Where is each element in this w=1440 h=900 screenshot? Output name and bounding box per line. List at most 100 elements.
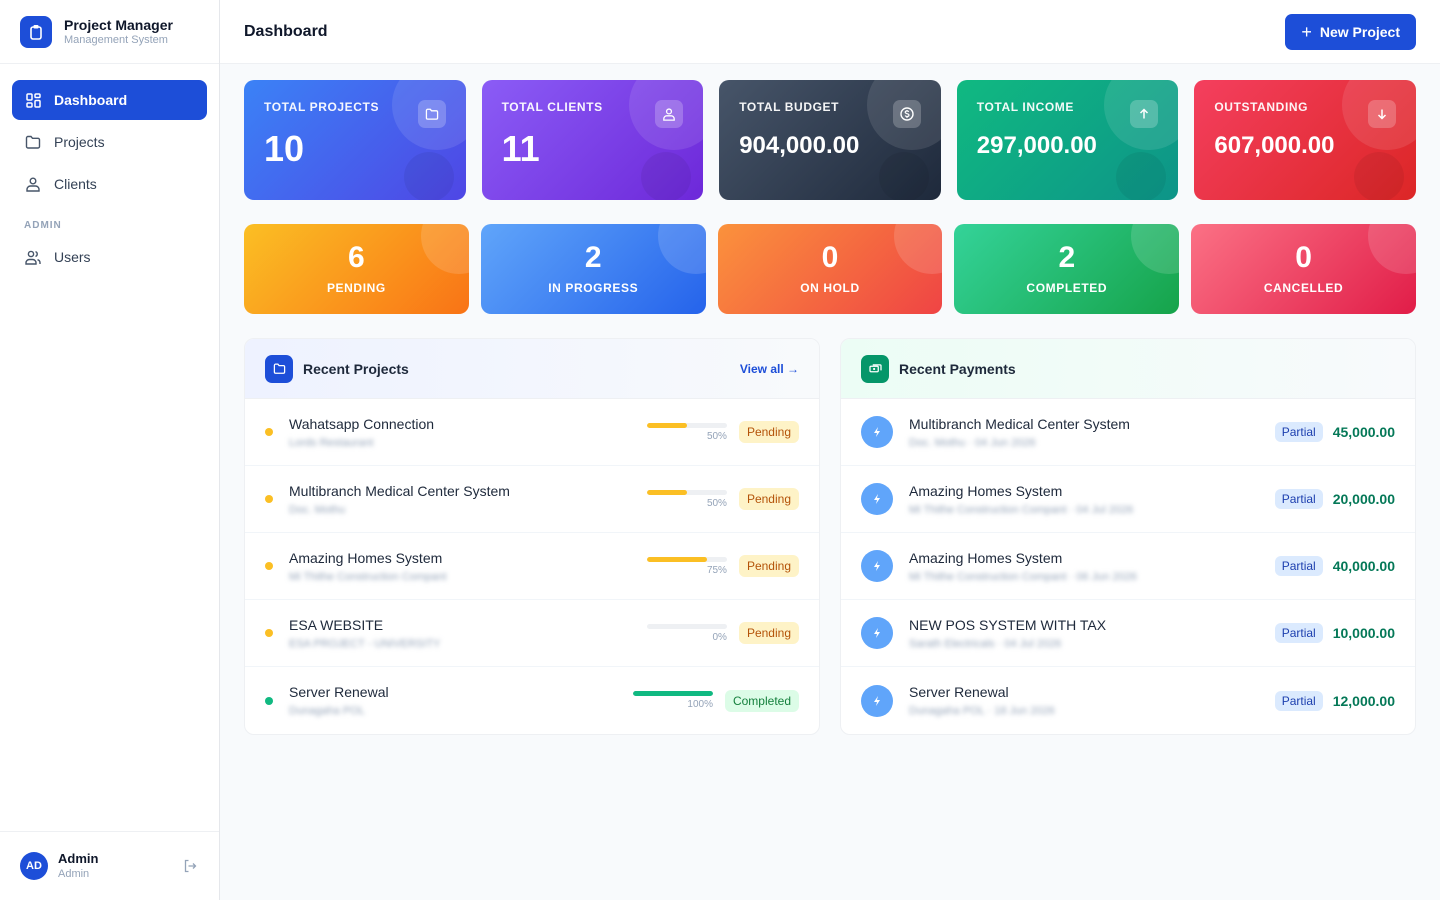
sidebar-nav: Dashboard Projects Clients ADMIN Users	[0, 64, 219, 295]
project-info: Wahatsapp Connection Lords Restaurant	[289, 415, 647, 450]
payment-info: Multibranch Medical Center System Doc. Mo…	[909, 415, 1275, 450]
brand-title: Project Manager	[64, 16, 173, 33]
sidebar-item-users[interactable]: Users	[12, 237, 207, 277]
payment-type-badge: Partial	[1274, 422, 1323, 442]
progress: 100%	[632, 691, 713, 710]
status-badge: Pending	[738, 421, 799, 443]
new-project-button[interactable]: + New Project	[1285, 13, 1416, 50]
payment-amount: 20,000.00	[1332, 491, 1395, 507]
stat-card-total-income: TOTAL INCOME 297,000.00	[956, 80, 1179, 200]
status-label: PENDING	[326, 281, 386, 295]
stat-card-total-clients: TOTAL CLIENTS 11	[481, 80, 704, 200]
table-row[interactable]: NEW POS SYSTEM WITH TAX Sarath Electrical…	[841, 600, 1415, 667]
progress: 75%	[646, 556, 727, 576]
sidebar-item-label: Users	[54, 249, 91, 265]
progress-bar	[646, 489, 727, 495]
plus-icon: +	[1301, 21, 1312, 42]
table-row[interactable]: Amazing Homes System Mi Thithe Constructi…	[245, 533, 819, 600]
grid-icon	[24, 91, 42, 109]
project-name: Amazing Homes System	[289, 549, 443, 566]
status-card-pending[interactable]: 6 PENDING	[244, 224, 469, 314]
progress-label: 50%	[706, 497, 727, 509]
table-row[interactable]: ESA WEBSITE ESA PROJECT - UNIVERSITY 0% Pen…	[245, 600, 819, 667]
table-row[interactable]: Amazing Homes System Mi Thithe Constructi…	[841, 466, 1415, 533]
stat-card-outstanding: OUTSTANDING 607,000.00	[1194, 80, 1416, 200]
payment-amount: 12,000.00	[1332, 692, 1395, 709]
progress-label: 75%	[706, 564, 727, 576]
project-info: Multibranch Medical Center System Doc. Mo…	[289, 482, 647, 517]
payment-amount: 10,000.00	[1332, 625, 1395, 641]
sidebar-item-projects[interactable]: Projects	[12, 122, 207, 162]
brand: Project Manager Management System	[0, 0, 219, 64]
project-list: Wahatsapp Connection Lords Restaurant 50% P…	[245, 399, 819, 734]
payment-meta: Dunagaha POL · 18 Jun 2026	[909, 705, 1055, 717]
payment-meta: Mi Thithe Construction Compant · 06 Jun …	[909, 570, 1137, 583]
panel-title: Recent Projects	[303, 360, 409, 377]
payment-list: Multibranch Medical Center System Doc. Mo…	[841, 399, 1415, 734]
sidebar-item-label: Projects	[54, 134, 105, 150]
progress-bar	[646, 623, 727, 629]
payment-info: Server Renewal Dunagaha POL · 18 Jun 2026	[909, 683, 1275, 718]
status-card-cancelled[interactable]: 0 CANCELLED	[1191, 224, 1416, 314]
payment-type-badge: Partial	[1274, 489, 1323, 509]
status-dot	[265, 428, 273, 436]
payment-icon	[861, 550, 893, 582]
user-name: Admin	[58, 851, 99, 866]
project-info: Server Renewal Dunagaha POL	[289, 683, 633, 718]
folder-icon	[265, 354, 293, 383]
project-client: Mi Thithe Construction Compant	[289, 570, 447, 583]
table-row[interactable]: Server Renewal Dunagaha POL 100% Completed	[245, 667, 819, 734]
status-dot	[265, 696, 273, 705]
view-all-link[interactable]: View all →	[740, 362, 799, 376]
recent-payments-panel: Recent Payments Multibranch Medical Cent…	[840, 338, 1416, 735]
sidebar-section-admin: ADMIN	[24, 220, 62, 231]
payment-project-name: NEW POS SYSTEM WITH TAX	[909, 616, 1107, 633]
status-card-on-hold[interactable]: 0 ON HOLD	[717, 224, 943, 314]
table-row[interactable]: Amazing Homes System Mi Thithe Constructi…	[841, 533, 1415, 600]
progress-label: 0%	[712, 631, 727, 643]
money-icon	[861, 354, 889, 383]
progress-label: 50%	[706, 430, 727, 442]
payment-meta: Mi Thithe Construction Compant · 04 Jul …	[909, 503, 1134, 516]
payment-type-badge: Partial	[1274, 623, 1323, 643]
logout-icon[interactable]	[181, 857, 199, 875]
summary-cards: TOTAL PROJECTS 10 TOTAL CLIENTS 11 TOTAL…	[244, 80, 1416, 200]
status-label: IN PROGRESS	[548, 281, 639, 295]
page-title: Dashboard	[244, 22, 328, 40]
folder-icon	[24, 133, 42, 151]
payment-type-badge: Partial	[1274, 556, 1323, 576]
status-card-completed[interactable]: 2 COMPLETED	[954, 224, 1180, 314]
payment-amount: 40,000.00	[1332, 558, 1395, 574]
payment-info: NEW POS SYSTEM WITH TAX Sarath Electrical…	[909, 616, 1275, 651]
sidebar-item-label: Clients	[54, 176, 97, 192]
folder-icon	[417, 100, 446, 128]
brand-subtitle: Management System	[64, 33, 168, 46]
project-info: ESA WEBSITE ESA PROJECT - UNIVERSITY	[289, 616, 647, 651]
panel-header: Recent Payments	[841, 339, 1415, 399]
table-row[interactable]: Multibranch Medical Center System Doc. Mo…	[841, 399, 1415, 466]
payment-meta: Doc. Mothu · 04 Jun 2026	[909, 436, 1036, 449]
project-name: Multibranch Medical Center System	[289, 482, 510, 499]
status-badge: Completed	[724, 689, 799, 712]
payment-icon	[861, 617, 893, 649]
project-name: Server Renewal	[289, 684, 389, 700]
payment-icon	[861, 416, 893, 448]
progress-fill	[646, 489, 687, 495]
sidebar-item-clients[interactable]: Clients	[12, 164, 207, 204]
table-row[interactable]: Multibranch Medical Center System Doc. Mo…	[245, 466, 819, 533]
panel-header: Recent Projects View all →	[245, 339, 819, 399]
progress-fill	[646, 422, 687, 428]
status-label: COMPLETED	[1026, 281, 1108, 295]
table-row[interactable]: Wahatsapp Connection Lords Restaurant 50% P…	[245, 399, 819, 466]
topbar: Dashboard + New Project	[220, 0, 1440, 64]
clipboard-icon	[20, 15, 52, 48]
arrow-down-icon	[1367, 100, 1396, 128]
table-row[interactable]: Server Renewal Dunagaha POL · 18 Jun 2026…	[841, 667, 1415, 734]
payment-icon	[861, 483, 893, 515]
user-role: Admin	[58, 868, 90, 880]
users-icon	[24, 248, 42, 266]
panel-title: Recent Payments	[899, 360, 1016, 377]
project-client: ESA PROJECT - UNIVERSITY	[289, 637, 441, 650]
status-card-in-progress[interactable]: 2 IN PROGRESS	[480, 224, 706, 314]
sidebar-item-dashboard[interactable]: Dashboard	[12, 80, 207, 120]
